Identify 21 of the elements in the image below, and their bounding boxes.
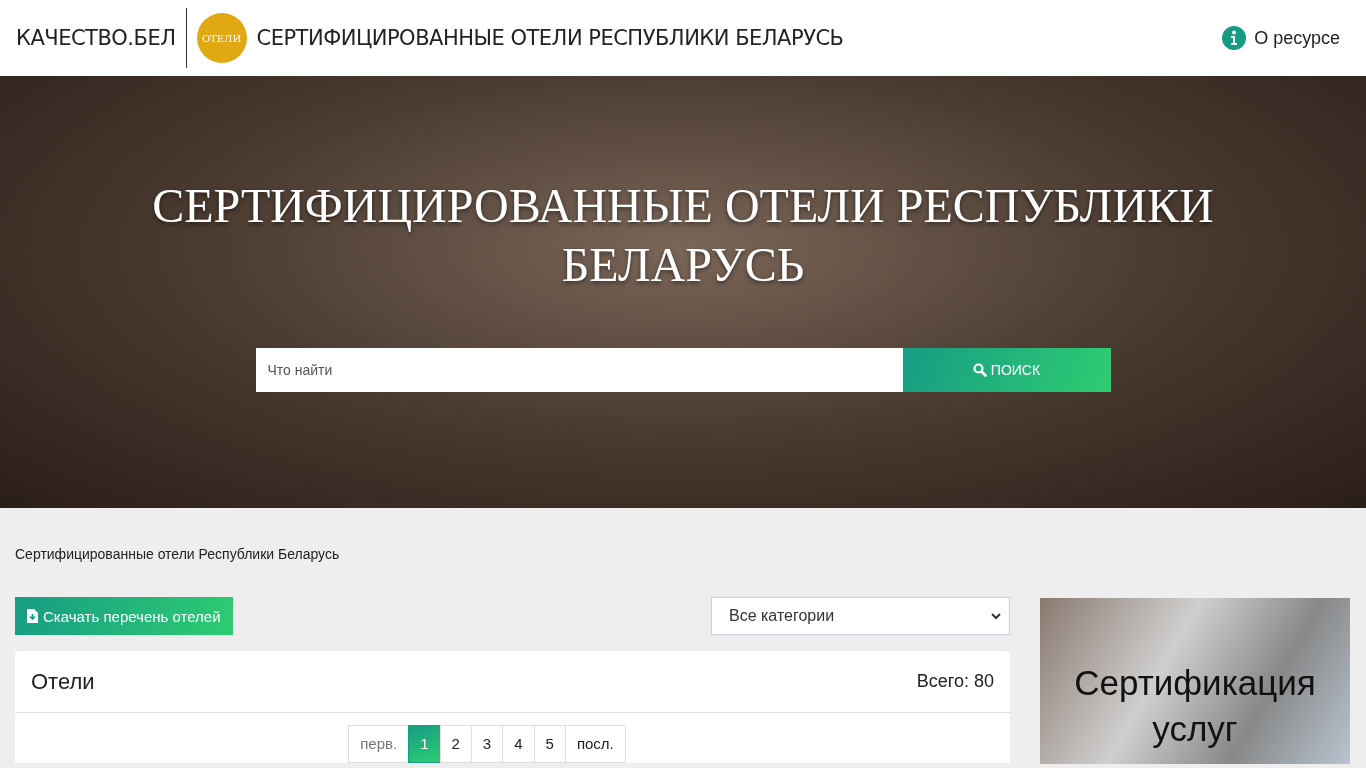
chevron-down-icon	[991, 612, 1001, 620]
pagination-link[interactable]: 4	[502, 725, 535, 763]
pagination-link[interactable]: 2	[439, 725, 472, 763]
panel-title: Отели	[31, 668, 95, 695]
logo-text: ОТЕЛИ	[201, 32, 242, 44]
certification-banner[interactable]: Сертификация услуг	[1040, 598, 1350, 764]
pagination-link[interactable]: посл.	[564, 725, 626, 763]
search-field[interactable]: Что найти	[255, 348, 903, 392]
site-title: СЕРТИФИЦИРОВАННЫЕ ОТЕЛИ РЕСПУБЛИКИ БЕЛАРУСЬ	[256, 26, 844, 50]
file-download-icon	[27, 609, 38, 623]
total-count: Всего: 80	[916, 671, 994, 692]
breadcrumb-text: Сертифицированные отели Республики Беларусь	[15, 546, 341, 562]
site-brand[interactable]: КАЧЕСТВО.БЕЛ	[16, 26, 176, 50]
info-icon	[1222, 26, 1247, 50]
banner-caption: Сертификация услуг	[1073, 662, 1317, 750]
pagination-link[interactable]: перв.	[348, 725, 410, 763]
about-link[interactable]: О ресурсе	[1222, 26, 1340, 50]
search-icon	[972, 363, 987, 377]
category-select[interactable]: Все категории	[711, 597, 1010, 635]
hero-title: СЕРТИФИЦИРОВАННЫЕ ОТЕЛИ РЕСПУБЛИКИ БЕЛАРУСЬ	[151, 178, 1215, 293]
pagination-link[interactable]: 5	[533, 725, 566, 763]
